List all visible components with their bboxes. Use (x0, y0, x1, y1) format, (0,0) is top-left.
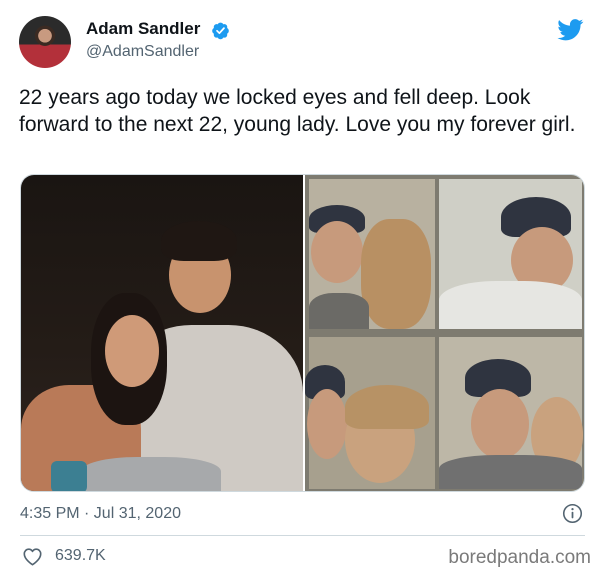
heart-icon[interactable] (22, 547, 43, 566)
twitter-bird-icon[interactable] (557, 19, 584, 41)
divider (20, 535, 585, 536)
verified-badge-icon (212, 22, 229, 40)
author-avatar[interactable] (19, 16, 71, 68)
tweet-text: 22 years ago today we locked eyes and fe… (19, 86, 576, 136)
like-count: 639.7K (55, 547, 106, 564)
tweet-card: Adam Sandler @AdamSandler 22 years ago t… (0, 0, 605, 581)
tweet-media[interactable] (20, 174, 585, 492)
author-handle[interactable]: @AdamSandler (86, 43, 199, 61)
couple-photo[interactable] (21, 175, 303, 491)
author-display-name[interactable]: Adam Sandler (86, 19, 200, 39)
tweet-meta-row: 4:35 PM · Jul 31, 2020 (20, 503, 585, 525)
tweet-timestamp[interactable]: 4:35 PM · Jul 31, 2020 (20, 505, 181, 523)
photo-booth-strip[interactable] (305, 175, 584, 491)
source-watermark: boredpanda.com (448, 547, 591, 568)
info-icon[interactable] (562, 503, 583, 524)
